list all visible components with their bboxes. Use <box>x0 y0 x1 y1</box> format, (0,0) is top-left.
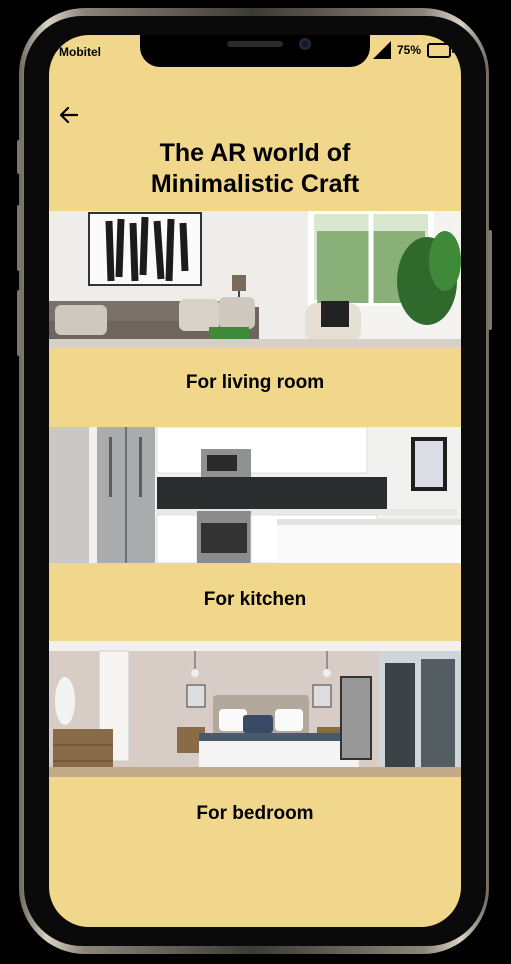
earpiece-speaker <box>227 41 283 47</box>
bedroom-card[interactable]: For bedroom <box>49 641 461 855</box>
bedroom-photo <box>49 641 461 777</box>
app-screen: Mobitel 75% The AR world of Minimalistic… <box>49 35 461 927</box>
kitchen-label: For kitchen <box>203 589 307 610</box>
volume-down-button <box>17 290 21 356</box>
page-title-line-1: The AR world of <box>159 139 351 167</box>
signal-icon <box>372 41 391 59</box>
status-indicators: 75% <box>372 41 454 59</box>
back-button[interactable] <box>57 103 81 127</box>
power-button <box>488 230 492 330</box>
bedroom-label: For bedroom <box>196 803 314 824</box>
page-title-line-2: Minimalistic Craft <box>150 170 360 198</box>
notch <box>140 35 370 67</box>
kitchen-photo <box>49 427 461 563</box>
battery-percentage: 75% <box>396 43 421 57</box>
mute-switch <box>17 140 21 174</box>
front-camera <box>299 38 311 50</box>
arrow-left-icon <box>59 106 79 124</box>
kitchen-card[interactable]: For kitchen <box>49 427 461 641</box>
living-room-card[interactable]: For living room <box>49 211 461 427</box>
living-room-photo <box>49 211 461 347</box>
battery-icon <box>427 42 454 58</box>
page-title: The AR world of Minimalistic Craft <box>49 138 461 200</box>
carrier-label: Mobitel <box>59 45 101 59</box>
volume-up-button <box>17 205 21 271</box>
living-room-label: For living room <box>185 372 325 393</box>
